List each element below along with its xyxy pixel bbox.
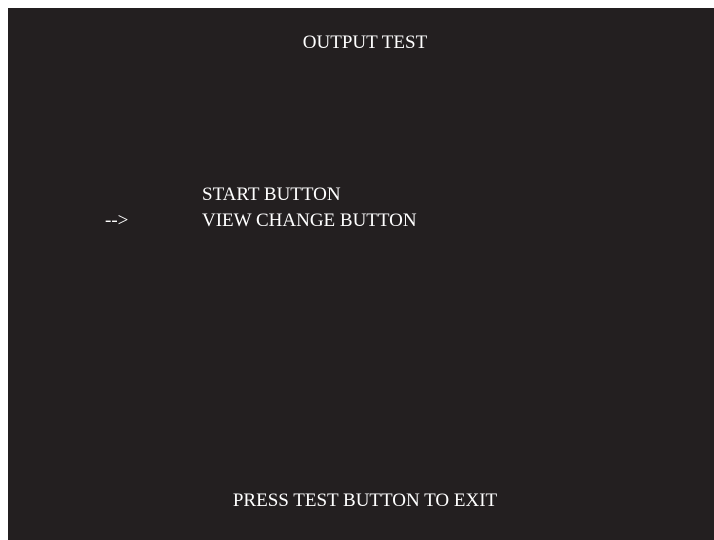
- selection-arrow-icon: -->: [105, 210, 129, 231]
- menu-item-start-button[interactable]: START BUTTON: [202, 185, 341, 204]
- menu-item-view-change-button[interactable]: VIEW CHANGE BUTTON: [202, 211, 417, 230]
- output-test-screen: OUTPUT TEST START BUTTON --> VIEW CHANGE…: [8, 8, 714, 540]
- exit-instruction: PRESS TEST BUTTON TO EXIT: [232, 490, 498, 511]
- page-title: OUTPUT TEST: [302, 32, 428, 53]
